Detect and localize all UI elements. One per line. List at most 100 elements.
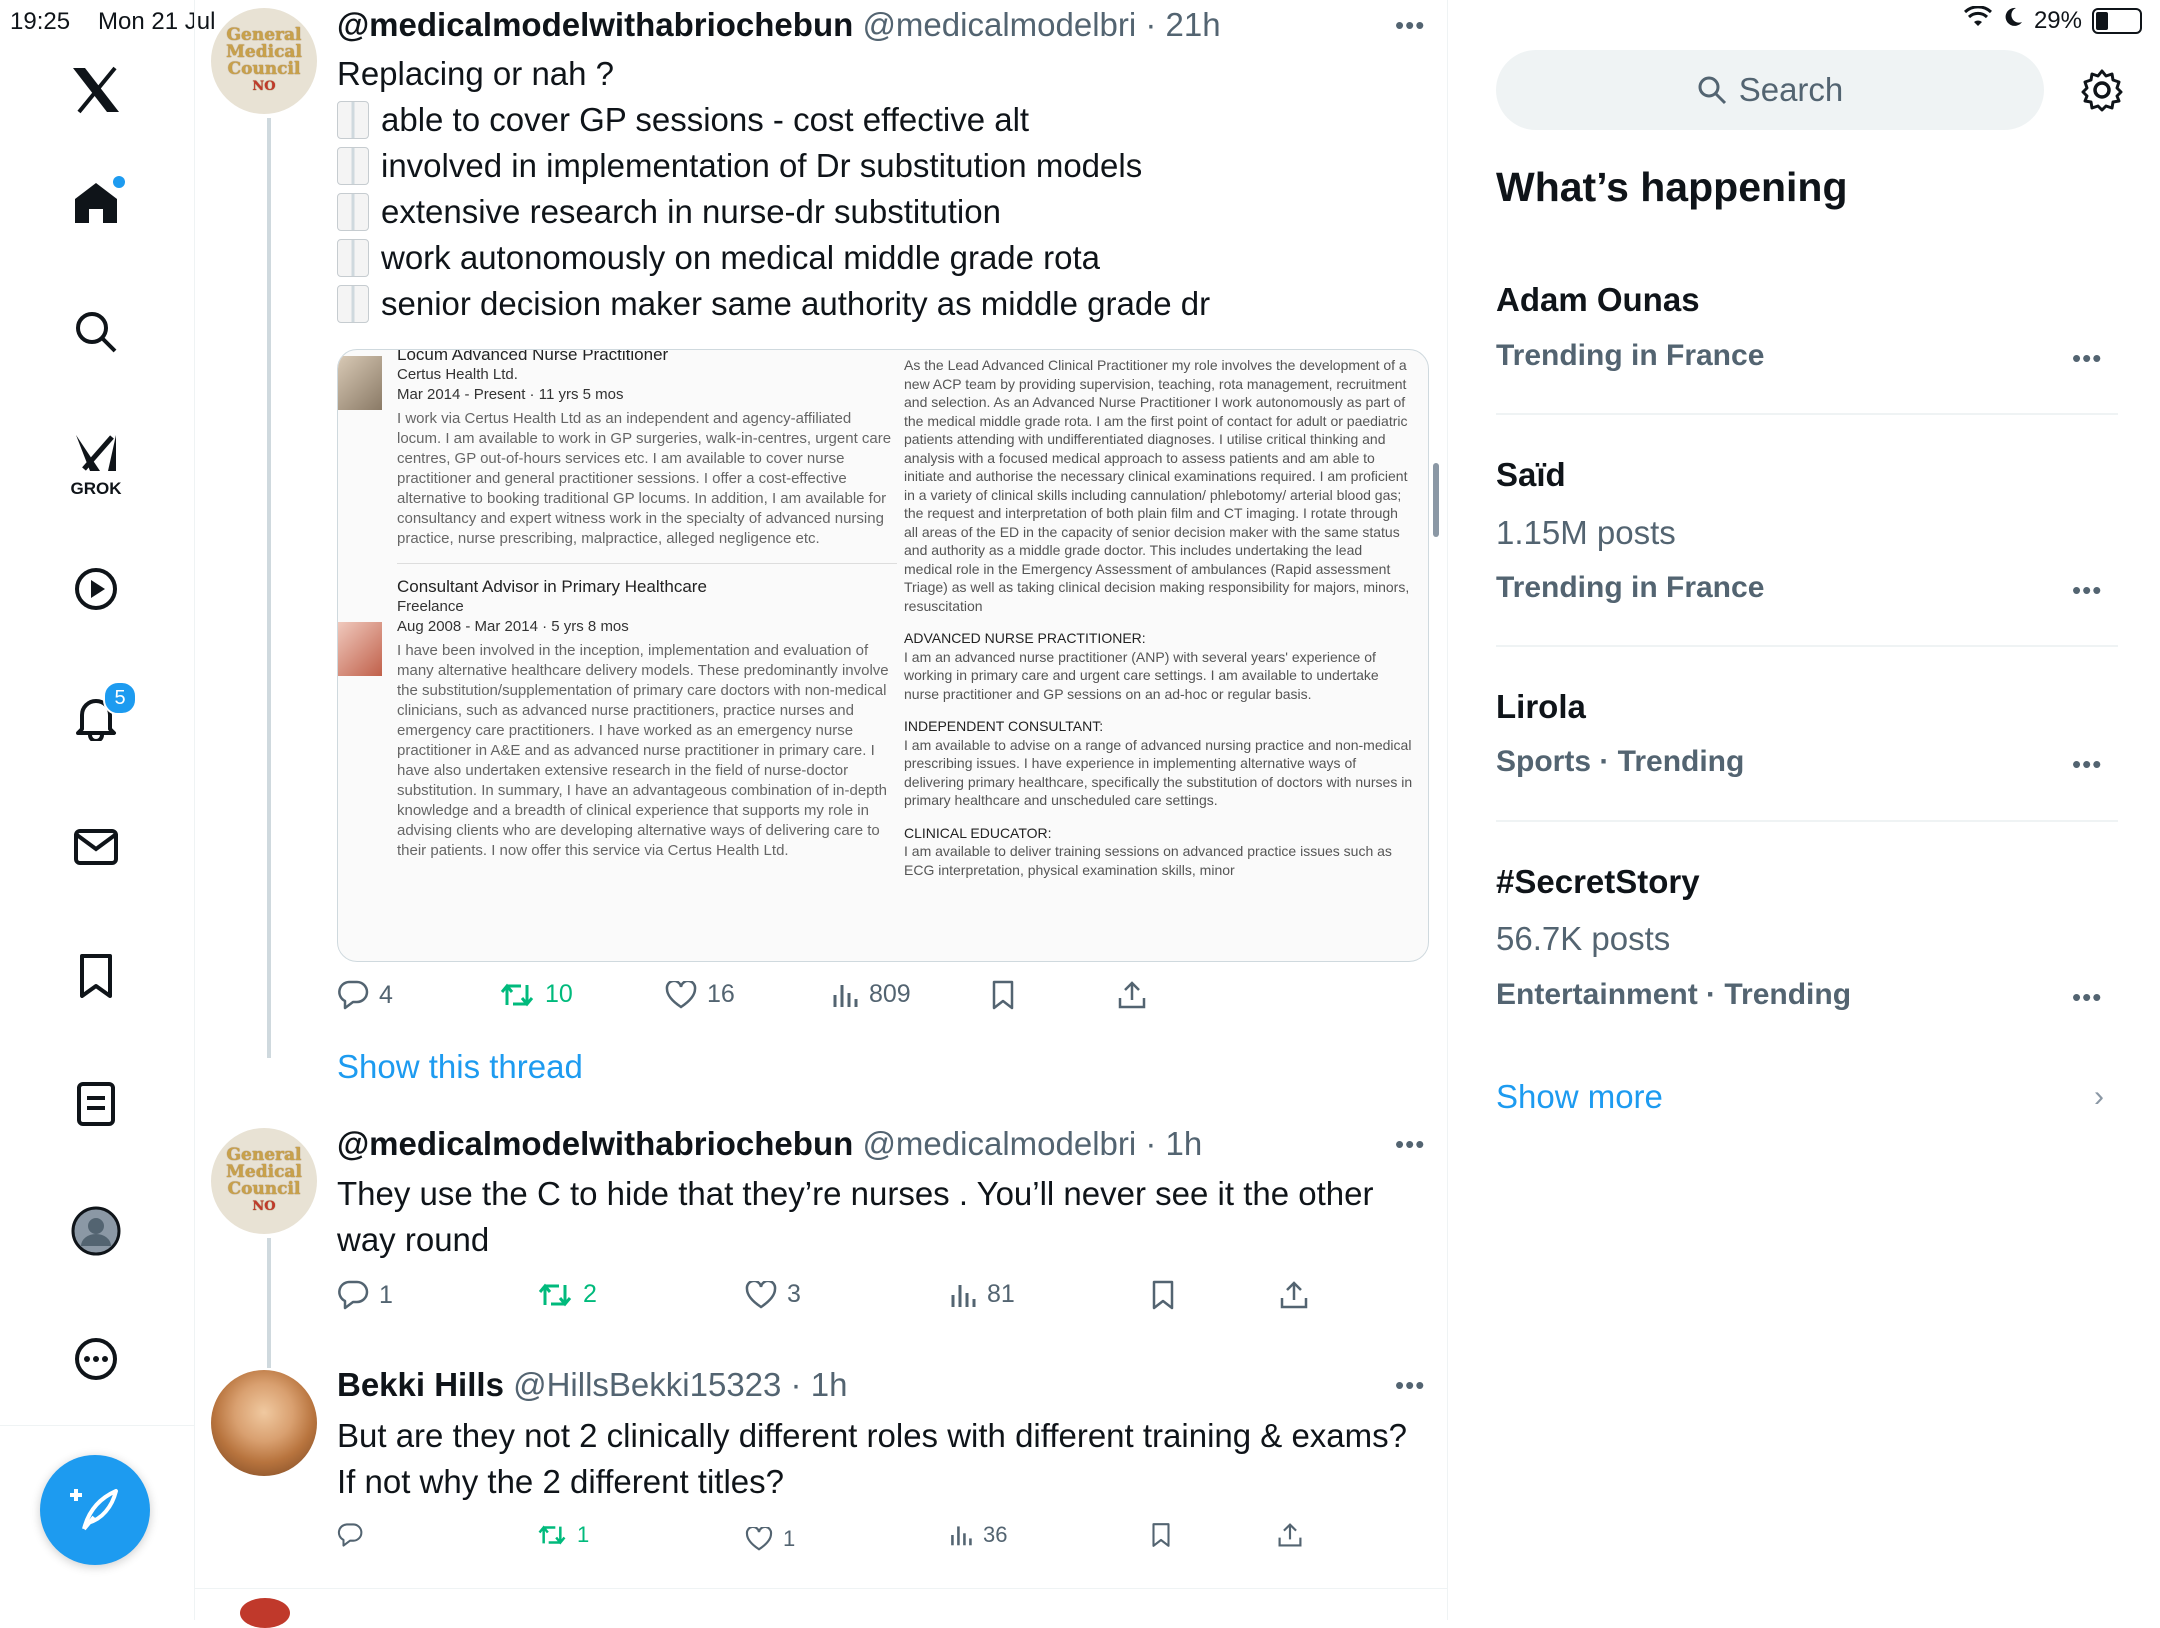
video-icon[interactable]	[71, 564, 121, 614]
repost-button[interactable]: 1	[537, 1522, 589, 1548]
views-button[interactable]: 809	[831, 980, 911, 1009]
thread-connector	[267, 1238, 271, 1368]
job-dates: Aug 2008 - Mar 2014 · 5 yrs 8 mos	[397, 618, 629, 635]
views-button[interactable]: 36	[949, 1522, 1007, 1548]
reply-count: 1	[379, 1280, 393, 1309]
media-paragraph: I am available to advise on a range of a…	[904, 736, 1413, 809]
share-button[interactable]	[1279, 1280, 1309, 1310]
show-more-link[interactable]: Show more	[1496, 1078, 1663, 1116]
company-logo	[338, 356, 382, 410]
scrollbar[interactable]	[1433, 463, 1439, 537]
media-paragraph: I am an advanced nurse practitioner (ANP…	[904, 648, 1379, 702]
tweet-line-text: Replacing or nah ?	[337, 55, 615, 92]
messages-icon[interactable]	[71, 822, 121, 872]
like-button[interactable]: 16	[665, 980, 735, 1009]
author-handle[interactable]: @medicalmodelbri	[862, 1125, 1136, 1162]
bookmark-button[interactable]	[1151, 1522, 1171, 1548]
views-button[interactable]: 81	[949, 1280, 1015, 1309]
share-button[interactable]	[1117, 980, 1147, 1010]
grok-nav-item[interactable]: GROK	[71, 428, 122, 502]
bookmark-button[interactable]	[1151, 1280, 1175, 1310]
job-company: Certus Health Ltd.	[397, 366, 518, 383]
whats-happening-heading: What’s happening	[1496, 164, 1848, 210]
trend-meta: Trending in France	[1496, 339, 1765, 372]
tweet-line-text: involved in implementation of Dr substit…	[381, 147, 1143, 184]
share-icon	[1118, 981, 1146, 1009]
job-title: Consultant Advisor in Primary Healthcare	[397, 577, 707, 596]
author-handle[interactable]: @HillsBekki15323	[513, 1366, 781, 1403]
avatar[interactable]: General Medical Council NO	[211, 8, 317, 114]
more-options-icon[interactable]	[71, 1334, 121, 1384]
search-nav-icon[interactable]	[71, 307, 121, 357]
repost-count: 1	[577, 1522, 590, 1547]
trend-name: Adam Ounas	[1496, 281, 1700, 318]
tweet-line: extensive research in nurse-dr substitut…	[337, 189, 1417, 235]
trend-meta: Entertainment · Trending	[1496, 978, 1852, 1011]
trend-name: #SecretStory	[1496, 863, 1700, 900]
avatar[interactable]: General Medical Council NO	[211, 1128, 317, 1234]
settings-icon[interactable]	[2080, 68, 2124, 117]
notifications-icon[interactable]: 5	[71, 681, 137, 743]
tweet-time[interactable]: 21h	[1166, 6, 1221, 43]
tweet-media-image[interactable]: Locum Advanced Nurse Practitioner Certus…	[337, 349, 1429, 962]
lab-coat-icon	[337, 285, 369, 323]
x-logo-icon[interactable]	[71, 65, 121, 115]
lists-icon[interactable]	[71, 1079, 121, 1129]
reply-count: 4	[379, 980, 393, 1009]
tweet-time[interactable]: 1h	[811, 1366, 848, 1403]
heart-icon	[665, 980, 697, 1009]
avatar-text: NO	[252, 1199, 276, 1214]
show-thread-link[interactable]: Show this thread	[337, 1048, 583, 1086]
author-name[interactable]: @medicalmodelwithabriochebun	[337, 1125, 853, 1162]
share-button[interactable]	[1277, 1522, 1303, 1548]
media-right-column: As the Lead Advanced Clinical Practition…	[904, 356, 1414, 893]
grok-icon	[76, 435, 116, 471]
compose-button[interactable]	[40, 1455, 150, 1565]
tweet-text: Replacing or nah ? able to cover GP sess…	[337, 51, 1417, 327]
media-heading: CLINICAL EDUCATOR:	[904, 824, 1052, 841]
trend-more-icon[interactable]: •••	[2072, 343, 2102, 374]
trend-divider	[1496, 820, 2118, 822]
bookmark-button[interactable]	[991, 980, 1015, 1010]
media-paragraph: As the Lead Advanced Clinical Practition…	[904, 357, 1410, 614]
author-name[interactable]: Bekki Hills	[337, 1366, 504, 1403]
media-divider	[397, 563, 897, 564]
like-button[interactable]: 3	[745, 1280, 801, 1309]
tweet-line: involved in implementation of Dr substit…	[337, 143, 1417, 189]
more-icon[interactable]: •••	[1395, 1370, 1425, 1401]
reply-icon	[337, 1523, 363, 1547]
reply-button[interactable]	[337, 1522, 373, 1548]
tweet-time[interactable]: 1h	[1166, 1125, 1203, 1162]
trend-more-icon[interactable]: •••	[2072, 575, 2102, 606]
trend-more-icon[interactable]: •••	[2072, 982, 2102, 1013]
tweet-header: Bekki Hills @HillsBekki15323 · 1h	[337, 1366, 848, 1403]
trend-more-icon[interactable]: •••	[2072, 749, 2102, 780]
profile-icon[interactable]	[71, 1206, 121, 1256]
trend-divider	[1496, 413, 2118, 415]
avatar[interactable]	[211, 1370, 317, 1476]
more-icon[interactable]: •••	[1395, 10, 1425, 41]
tweet-header: @medicalmodelwithabriochebun @medicalmod…	[337, 6, 1221, 43]
like-count: 1	[783, 1526, 796, 1551]
lab-coat-icon	[337, 239, 369, 277]
home-notification-dot	[113, 176, 125, 188]
repost-button[interactable]: 2	[537, 1280, 597, 1309]
like-button[interactable]: 1	[745, 1526, 795, 1552]
search-input[interactable]: Search	[1496, 50, 2044, 130]
status-right: 29%	[1963, 5, 2142, 35]
home-icon[interactable]	[71, 176, 125, 228]
lab-coat-icon	[337, 147, 369, 185]
bookmarks-icon[interactable]	[71, 951, 121, 1001]
author-handle[interactable]: @medicalmodelbri	[862, 6, 1136, 43]
trend-name: Lirola	[1496, 688, 1586, 725]
tweet-line: able to cover GP sessions - cost effecti…	[337, 97, 1417, 143]
reply-button[interactable]: 4	[337, 980, 393, 1010]
more-icon[interactable]: •••	[1395, 1129, 1425, 1160]
tweet-line: work autonomously on medical middle grad…	[337, 235, 1417, 281]
reply-button[interactable]: 1	[337, 1280, 393, 1310]
repost-button[interactable]: 10	[499, 980, 573, 1009]
job-description: I have been involved in the inception, i…	[397, 642, 889, 859]
views-count: 81	[987, 1280, 1015, 1308]
heart-icon	[745, 1280, 777, 1309]
author-name[interactable]: @medicalmodelwithabriochebun	[337, 6, 853, 43]
